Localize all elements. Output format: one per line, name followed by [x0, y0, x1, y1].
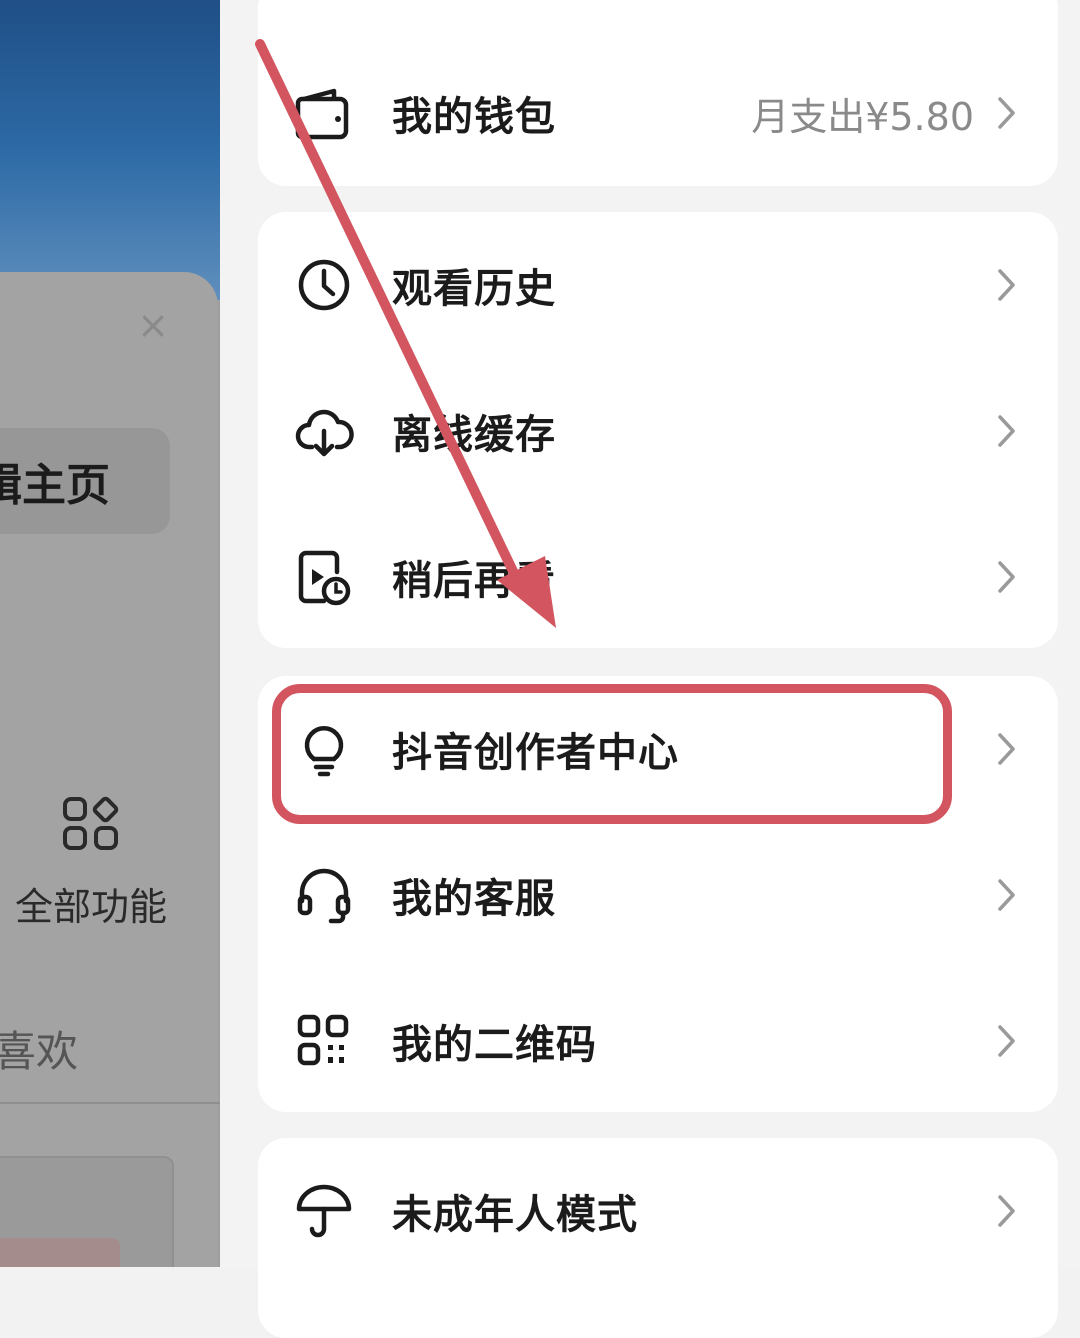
chevron-right-icon — [998, 879, 1015, 911]
menu-item-watch-history[interactable]: 观看历史 — [258, 212, 1058, 358]
likes-tab[interactable]: 喜欢 — [0, 1018, 78, 1079]
menu-item-label: 抖音创作者中心 — [392, 730, 679, 776]
chevron-right-icon — [998, 269, 1015, 301]
menu-item-label: 我的钱包 — [392, 94, 556, 140]
divider — [0, 1102, 220, 1104]
menu-item-wallet[interactable]: 我的钱包 月支出¥5.80 — [258, 40, 1058, 186]
all-functions-icon[interactable] — [62, 796, 122, 852]
watch-later-icon — [298, 550, 351, 606]
qr-code-icon — [297, 1014, 349, 1066]
menu-item-label: 我的二维码 — [392, 1022, 597, 1068]
chevron-right-icon — [998, 733, 1015, 765]
menu-item-watch-later[interactable]: 稍后再看 — [258, 504, 1058, 650]
clock-icon — [298, 259, 350, 311]
menu-item-label: 离线缓存 — [392, 412, 556, 458]
menu-item-label: 我的客服 — [392, 876, 556, 922]
menu-item-minor-mode[interactable]: 未成年人模式 — [258, 1138, 1058, 1284]
headset-icon — [297, 868, 351, 924]
tools-card: 抖音创作者中心 我的客服 我的二维码 — [258, 676, 1058, 1112]
edit-homepage-button[interactable]: 辑主页 — [0, 428, 170, 534]
menu-item-offline-cache[interactable]: 离线缓存 — [258, 358, 1058, 504]
settings-card: 未成年人模式 — [258, 1138, 1058, 1338]
umbrella-icon — [296, 1184, 352, 1238]
all-functions-label[interactable]: 全部功能 — [0, 876, 182, 931]
background-profile-page: × 辑主页 全部功能 喜欢 — [0, 0, 220, 1267]
chevron-right-icon — [998, 1195, 1015, 1227]
menu-item-qr-code[interactable]: 我的二维码 — [258, 968, 1058, 1114]
video-tag — [0, 1238, 120, 1267]
close-icon[interactable]: × — [136, 306, 170, 344]
menu-item-creator-center[interactable]: 抖音创作者中心 — [258, 676, 1058, 822]
chevron-right-icon — [998, 415, 1015, 447]
chevron-right-icon — [998, 561, 1015, 593]
chevron-right-icon — [998, 1025, 1015, 1057]
menu-item-customer-service[interactable]: 我的客服 — [258, 822, 1058, 968]
wallet-icon — [295, 88, 349, 140]
wallet-card: 我的钱包 月支出¥5.80 — [258, 0, 1058, 186]
history-card: 观看历史 离线缓存 稍后再看 — [258, 212, 1058, 648]
wallet-monthly-spend: 月支出¥5.80 — [751, 94, 974, 139]
cloud-download-icon — [295, 409, 354, 457]
menu-item-label: 未成年人模式 — [392, 1192, 638, 1238]
profile-panel — [0, 272, 218, 1267]
menu-item-label: 观看历史 — [392, 266, 556, 312]
profile-header-background — [0, 0, 220, 300]
lightbulb-icon — [304, 726, 344, 777]
chevron-right-icon — [998, 97, 1015, 129]
menu-item-label: 稍后再看 — [392, 558, 556, 604]
